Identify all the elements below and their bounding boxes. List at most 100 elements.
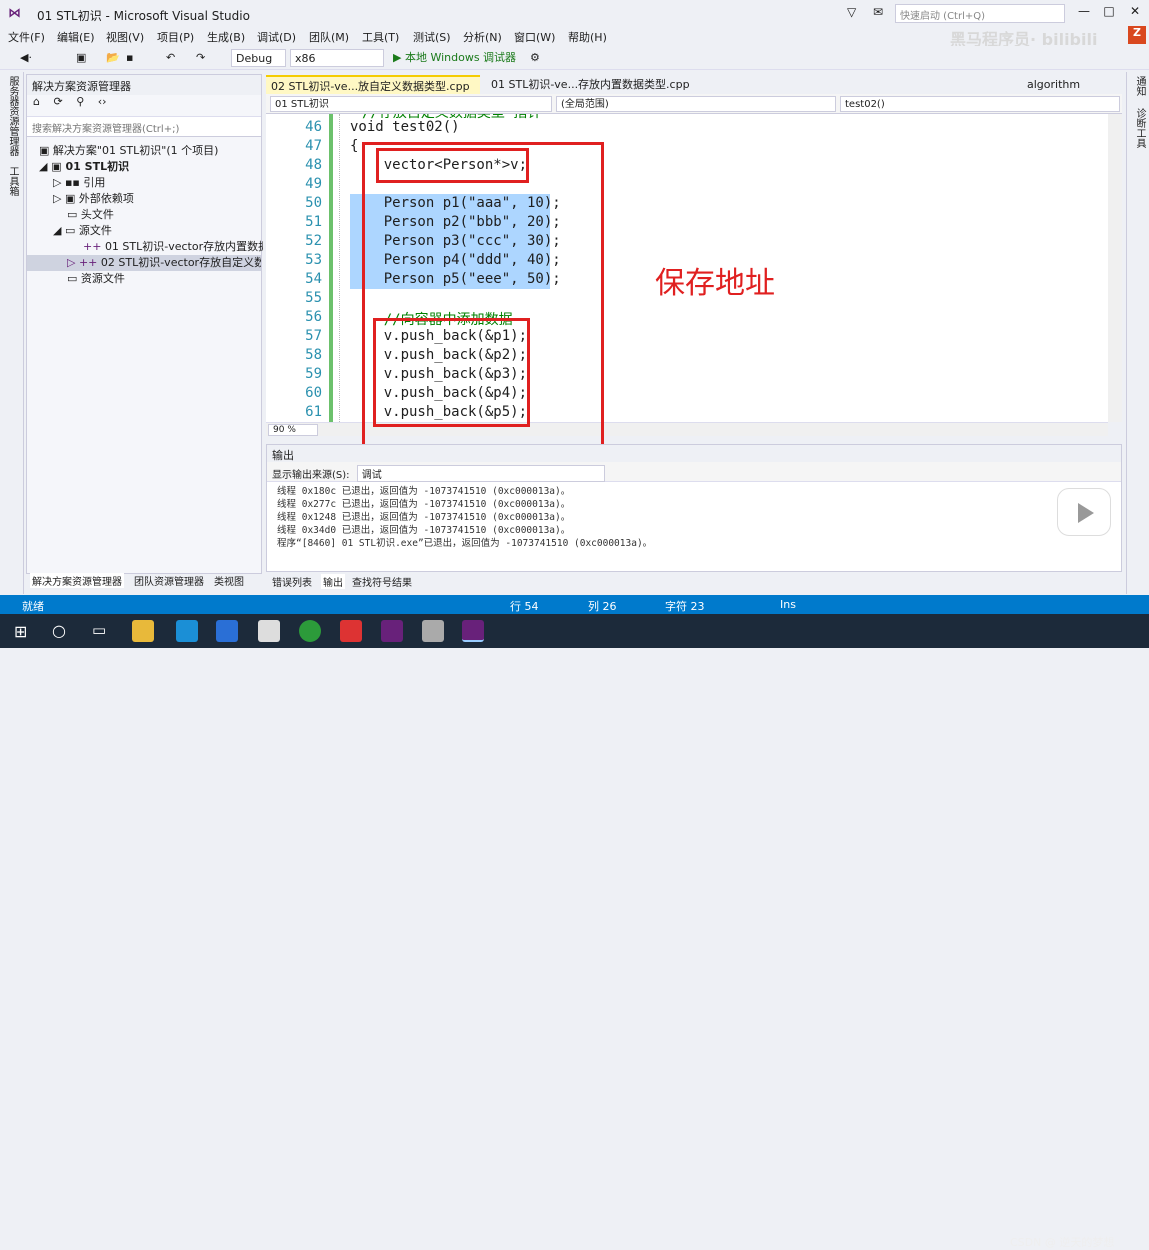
folder-icon: ▭ — [67, 208, 81, 221]
editor-tabs: 02 STL初识-ve...放自定义数据类型.cpp ✕ 01 STL初识-ve… — [266, 74, 1122, 112]
tree-label: 源文件 — [78, 224, 112, 237]
tab-find-symbol[interactable]: 查找符号结果 — [352, 574, 412, 589]
menu-view[interactable]: 视图(V) — [106, 29, 144, 45]
search-icon[interactable]: ○ — [52, 621, 66, 640]
status-column: 列 26 — [588, 600, 617, 613]
tree-header-files[interactable]: ▭ 头文件 — [67, 207, 114, 223]
xmind-icon[interactable] — [340, 620, 362, 642]
folder-icon: ▭ — [67, 272, 81, 285]
toolbar-misc-icon[interactable]: ⚙ — [530, 49, 540, 67]
line-number: 48 — [305, 157, 322, 173]
diagnostics-tab[interactable]: 诊断工具 — [1132, 108, 1147, 148]
config-select[interactable]: Debug — [231, 49, 286, 67]
left-tool-strip: 服务器资源管理器 工具箱 — [0, 72, 24, 594]
server-explorer-tab[interactable]: 服务器资源管理器 — [5, 76, 20, 156]
menu-analyze[interactable]: 分析(N) — [463, 29, 502, 45]
back-icon[interactable]: ◀· — [20, 49, 32, 67]
tab-class-view[interactable]: 类视图 — [214, 573, 244, 588]
tab-file-01[interactable]: 01 STL初识-ve...存放内置数据类型.cpp — [486, 75, 706, 94]
tree-resource-files[interactable]: ▭ 资源文件 — [67, 271, 125, 287]
output-source-select[interactable]: 调试 — [356, 465, 605, 482]
maximize-button[interactable]: □ — [1098, 4, 1120, 18]
output-source-label: 显示输出来源(S): — [272, 470, 350, 481]
paint-icon[interactable] — [422, 620, 444, 642]
tree-label: 资源文件 — [80, 272, 125, 285]
platform-select[interactable]: x86 — [290, 49, 384, 67]
properties-icon[interactable]: ⚲ — [76, 95, 84, 108]
output-line: 程序“[8460] 01 STL初识.exe”已退出，返回值为 -1073741… — [277, 538, 653, 549]
solution-search-input[interactable]: 搜索解决方案资源管理器(Ctrl+;) — [27, 117, 261, 137]
close-button[interactable]: ✕ — [1124, 4, 1146, 18]
solution-icon: ▣ — [39, 144, 53, 157]
home-icon[interactable]: ⌂ — [33, 95, 40, 108]
app-icon[interactable] — [216, 620, 238, 642]
visual-studio-icon[interactable] — [381, 620, 403, 642]
tab-solution-explorer[interactable]: 解决方案资源管理器 — [30, 573, 124, 588]
output-line: 线程 0x277c 已退出，返回值为 -1073741510 (0xc00001… — [277, 499, 571, 510]
undo-icon[interactable]: ↶ — [166, 49, 175, 67]
quick-launch-input[interactable]: 快速启动 (Ctrl+Q) — [895, 4, 1065, 23]
video-play-button[interactable] — [1057, 488, 1111, 536]
task-view-icon[interactable]: ▭ — [92, 621, 106, 639]
start-debug-button[interactable]: ▶ 本地 Windows 调试器 — [393, 49, 516, 67]
tree-label: 01 STL初识 — [65, 160, 130, 173]
tree-references[interactable]: ▷ ▪▪ 引用 — [53, 175, 105, 191]
line-number: 55 — [305, 290, 322, 306]
tab-label: 01 STL初识-ve...存放内置数据类型.cpp — [491, 78, 690, 91]
tree-file-02[interactable]: ▷ ++ 02 STL初识-vector存放自定义数据 — [27, 255, 261, 271]
menu-team[interactable]: 团队(M) — [309, 29, 349, 45]
app2-icon[interactable] — [299, 620, 321, 642]
feedback-icon[interactable]: ✉ — [873, 5, 883, 19]
file-explorer-icon[interactable] — [132, 620, 154, 642]
menu-test[interactable]: 测试(S) — [413, 29, 451, 45]
new-project-icon[interactable]: ▣ — [76, 49, 86, 67]
tree-project[interactable]: ◢ ▣ 01 STL初识 — [39, 159, 129, 175]
zoom-select[interactable]: 90 % — [268, 424, 318, 436]
tree-file-01[interactable]: ++ 01 STL初识-vector存放内置数据类 — [83, 239, 263, 255]
cpp-file-icon: ▷ ++ — [67, 256, 101, 269]
tab-file-02[interactable]: 02 STL初识-ve...放自定义数据类型.cpp ✕ — [266, 75, 480, 112]
line-number: 61 — [305, 404, 322, 420]
menu-debug[interactable]: 调试(D) — [257, 29, 296, 45]
solution-explorer: 解决方案资源管理器 ⌂ ⟳ ⚲ ‹› 搜索解决方案资源管理器(Ctrl+;) ▣… — [26, 74, 263, 574]
editor-vertical-scrollbar[interactable] — [1108, 114, 1122, 422]
output-title: 输出 — [267, 445, 1121, 462]
tree-label: 头文件 — [80, 208, 114, 221]
menu-tools[interactable]: 工具(T) — [362, 29, 399, 45]
minimize-button[interactable]: — — [1073, 4, 1095, 18]
menu-edit[interactable]: 编辑(E) — [57, 29, 95, 45]
menu-window[interactable]: 窗口(W) — [514, 29, 555, 45]
tree-solution[interactable]: ▣ 解决方案"01 STL初识"(1 个项目) — [39, 143, 218, 159]
save-icon[interactable]: ▪ — [126, 49, 133, 67]
member-dropdown[interactable]: test02() — [840, 96, 1120, 112]
csdn-watermark: CSDN @ 逆天的梦想 — [1010, 1236, 1115, 1249]
tree-external-deps[interactable]: ▷ ▣ 外部依赖项 — [53, 191, 134, 207]
menu-build[interactable]: 生成(B) — [207, 29, 245, 45]
status-ready: 就绪 — [22, 600, 44, 613]
menu-help[interactable]: 帮助(H) — [568, 29, 607, 45]
tree-source-files[interactable]: ◢ ▭ 源文件 — [53, 223, 112, 239]
line-number: 53 — [305, 252, 322, 268]
visual-studio-logo-icon: ⋈ — [8, 6, 21, 21]
menu-file[interactable]: 文件(F) — [8, 29, 45, 45]
menu-project[interactable]: 项目(P) — [157, 29, 194, 45]
solution-explorer-title: 解决方案资源管理器 — [27, 75, 261, 95]
edge-icon[interactable] — [176, 620, 198, 642]
redo-icon[interactable]: ↷ — [196, 49, 205, 67]
toolbox-tab[interactable]: 工具箱 — [5, 166, 20, 196]
windows-start-icon[interactable]: ⊞ — [14, 622, 27, 641]
line-number: 47 — [305, 138, 322, 154]
view-code-icon[interactable]: ‹› — [98, 95, 107, 108]
typora-icon[interactable] — [258, 620, 280, 642]
filter-icon[interactable]: ▽ — [847, 5, 856, 19]
sync-icon[interactable]: ⟳ — [53, 95, 62, 108]
tab-output[interactable]: 输出 — [321, 574, 345, 589]
tab-team-explorer[interactable]: 团队资源管理器 — [134, 573, 204, 588]
tab-algorithm[interactable]: algorithm — [1022, 75, 1085, 94]
notifications-tab[interactable]: 通知 — [1132, 76, 1147, 96]
open-icon[interactable]: 📂 — [106, 49, 120, 67]
tab-error-list[interactable]: 错误列表 — [272, 574, 312, 589]
scope-dropdown[interactable]: (全局范围) — [556, 96, 836, 112]
visual-studio-active-icon[interactable] — [462, 620, 484, 642]
project-dropdown[interactable]: 01 STL初识 — [270, 96, 552, 112]
